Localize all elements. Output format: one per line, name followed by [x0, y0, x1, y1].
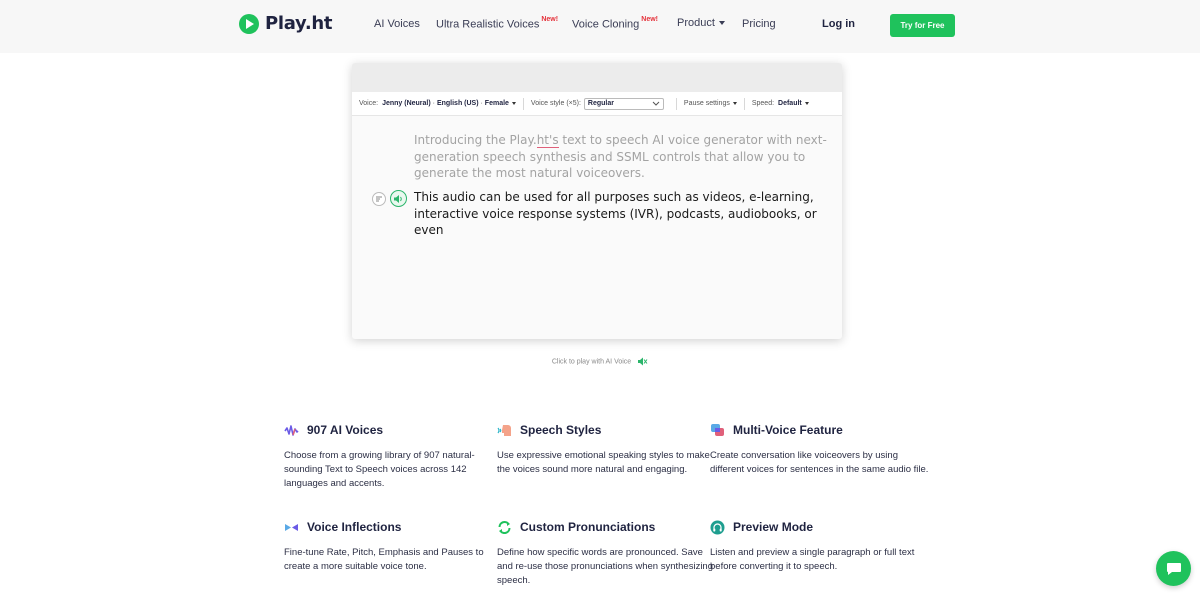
chevron-down-icon — [652, 101, 660, 106]
feature-header: Speech Styles — [497, 421, 717, 439]
paragraph-2[interactable]: This audio can be used for all purposes … — [414, 189, 834, 239]
chevron-down-icon — [511, 101, 516, 105]
speaker-muted-icon — [638, 357, 648, 366]
nav-label: Voice Cloning — [572, 18, 640, 31]
play-caption[interactable]: Click to play with AI Voice — [0, 357, 1200, 366]
feature-title: Speech Styles — [520, 423, 602, 437]
play-logo-icon — [239, 13, 259, 34]
inflection-icon — [285, 523, 298, 531]
chat-bubble-icon — [1166, 563, 1181, 575]
nav-ai-voices[interactable]: AI Voices — [374, 18, 420, 30]
feature-header: Preview Mode — [710, 518, 930, 536]
feature-title: 907 AI Voices — [307, 423, 384, 437]
toolbar-divider — [675, 97, 677, 110]
feature-ai-voices: 907 AI Voices Choose from a growing libr… — [284, 421, 504, 491]
speed-label: Speed: — [751, 100, 775, 107]
gender-value: Female — [484, 100, 509, 107]
voice-selector[interactable]: Jenny (Neural) · English (US) · Female — [382, 100, 516, 107]
feature-description: Define how specific words are pronounced… — [497, 547, 713, 586]
speed-value: Default — [778, 100, 802, 107]
settings-icon[interactable] — [372, 191, 386, 206]
feature-description: Fine-tune Rate, Pitch, Emphasis and Paus… — [284, 547, 484, 572]
language-value: English (US) — [436, 100, 479, 107]
waveform-icon — [284, 424, 299, 436]
caption-text: Click to play with AI Voice — [551, 358, 632, 366]
toolbar-divider — [522, 97, 524, 110]
feature-preview-mode: Preview Mode Listen and preview a single… — [710, 518, 930, 574]
new-badge: New! — [541, 16, 559, 23]
refresh-icon — [498, 520, 511, 534]
feature-header: Multi-Voice Feature — [710, 421, 930, 439]
nav-ultra-realistic-voices[interactable]: Ultra Realistic Voices New! — [436, 16, 559, 31]
feature-description: Listen and preview a single paragraph or… — [710, 547, 915, 572]
paragraph-text: Introducing the Play. — [414, 133, 537, 147]
try-for-free-button[interactable]: Try for Free — [890, 14, 955, 37]
chevron-down-icon — [804, 101, 809, 105]
logo-text: Play.ht — [265, 13, 333, 34]
chat-widget-button[interactable] — [1156, 551, 1191, 586]
feature-description: Create conversation like voiceovers by u… — [710, 450, 929, 475]
new-badge: New! — [641, 16, 659, 23]
nav-product[interactable]: Product — [677, 17, 725, 29]
feature-speech-styles: Speech Styles Use expressive emotional s… — [497, 421, 717, 477]
login-link[interactable]: Log in — [822, 18, 855, 30]
feature-title: Voice Inflections — [307, 520, 402, 534]
paragraph-controls — [372, 190, 407, 207]
nav-label: Ultra Realistic Voices — [436, 18, 540, 31]
feature-title: Multi-Voice Feature — [733, 423, 843, 437]
speed-dropdown[interactable]: Default — [778, 100, 809, 107]
nav-voice-cloning[interactable]: Voice Cloning New! — [572, 16, 659, 31]
paragraph-1[interactable]: Introducing the Play.ht's text to speech… — [414, 132, 834, 182]
site-header: Play.ht AI Voices Ultra Realistic Voices… — [0, 0, 1200, 53]
toolbar-divider — [743, 97, 745, 110]
pause-settings-dropdown[interactable]: Pause settings — [684, 100, 737, 107]
voice-name: Jenny (Neural) — [382, 100, 431, 107]
voice-style-select[interactable]: Regular — [583, 97, 664, 110]
feature-description: Choose from a growing library of 907 nat… — [284, 450, 475, 489]
spellcheck-underline-word: ht's — [536, 133, 559, 148]
feature-voice-inflections: Voice Inflections Fine-tune Rate, Pitch,… — [284, 518, 504, 574]
feature-multi-voice: Multi-Voice Feature Create conversation … — [710, 421, 930, 477]
nav-label: Product — [677, 17, 715, 29]
list-settings-glyph — [376, 196, 382, 201]
chevron-down-icon — [732, 101, 737, 105]
speaking-head-icon — [497, 424, 511, 436]
editor-topbar — [352, 63, 842, 92]
speaker-glyph — [394, 194, 402, 203]
speaker-play-icon[interactable] — [390, 190, 407, 207]
multi-voice-icon — [711, 423, 724, 436]
feature-custom-pronunciations: Custom Pronunciations Define how specifi… — [497, 518, 717, 588]
voice-label: Voice: — [359, 100, 379, 107]
feature-header: 907 AI Voices — [284, 421, 504, 439]
tts-editor-demo: Voice: Jenny (Neural) · English (US) · F… — [352, 63, 842, 339]
nav-label: Pricing — [742, 18, 776, 30]
nav-pricing[interactable]: Pricing — [742, 18, 776, 30]
logo[interactable]: Play.ht — [239, 13, 333, 34]
feature-title: Custom Pronunciations — [520, 520, 656, 534]
chevron-down-icon — [718, 21, 725, 26]
voice-style-value: Regular — [587, 100, 614, 107]
feature-description: Use expressive emotional speaking styles… — [497, 450, 710, 475]
feature-header: Voice Inflections — [284, 518, 504, 536]
voice-style-label: Voice style (×5): — [530, 100, 581, 107]
pause-settings-label: Pause settings — [683, 100, 730, 107]
nav-label: AI Voices — [374, 18, 420, 30]
editor-toolbar: Voice: Jenny (Neural) · English (US) · F… — [352, 92, 842, 116]
feature-header: Custom Pronunciations — [497, 518, 717, 536]
headphones-icon — [710, 520, 725, 534]
feature-title: Preview Mode — [733, 520, 814, 534]
